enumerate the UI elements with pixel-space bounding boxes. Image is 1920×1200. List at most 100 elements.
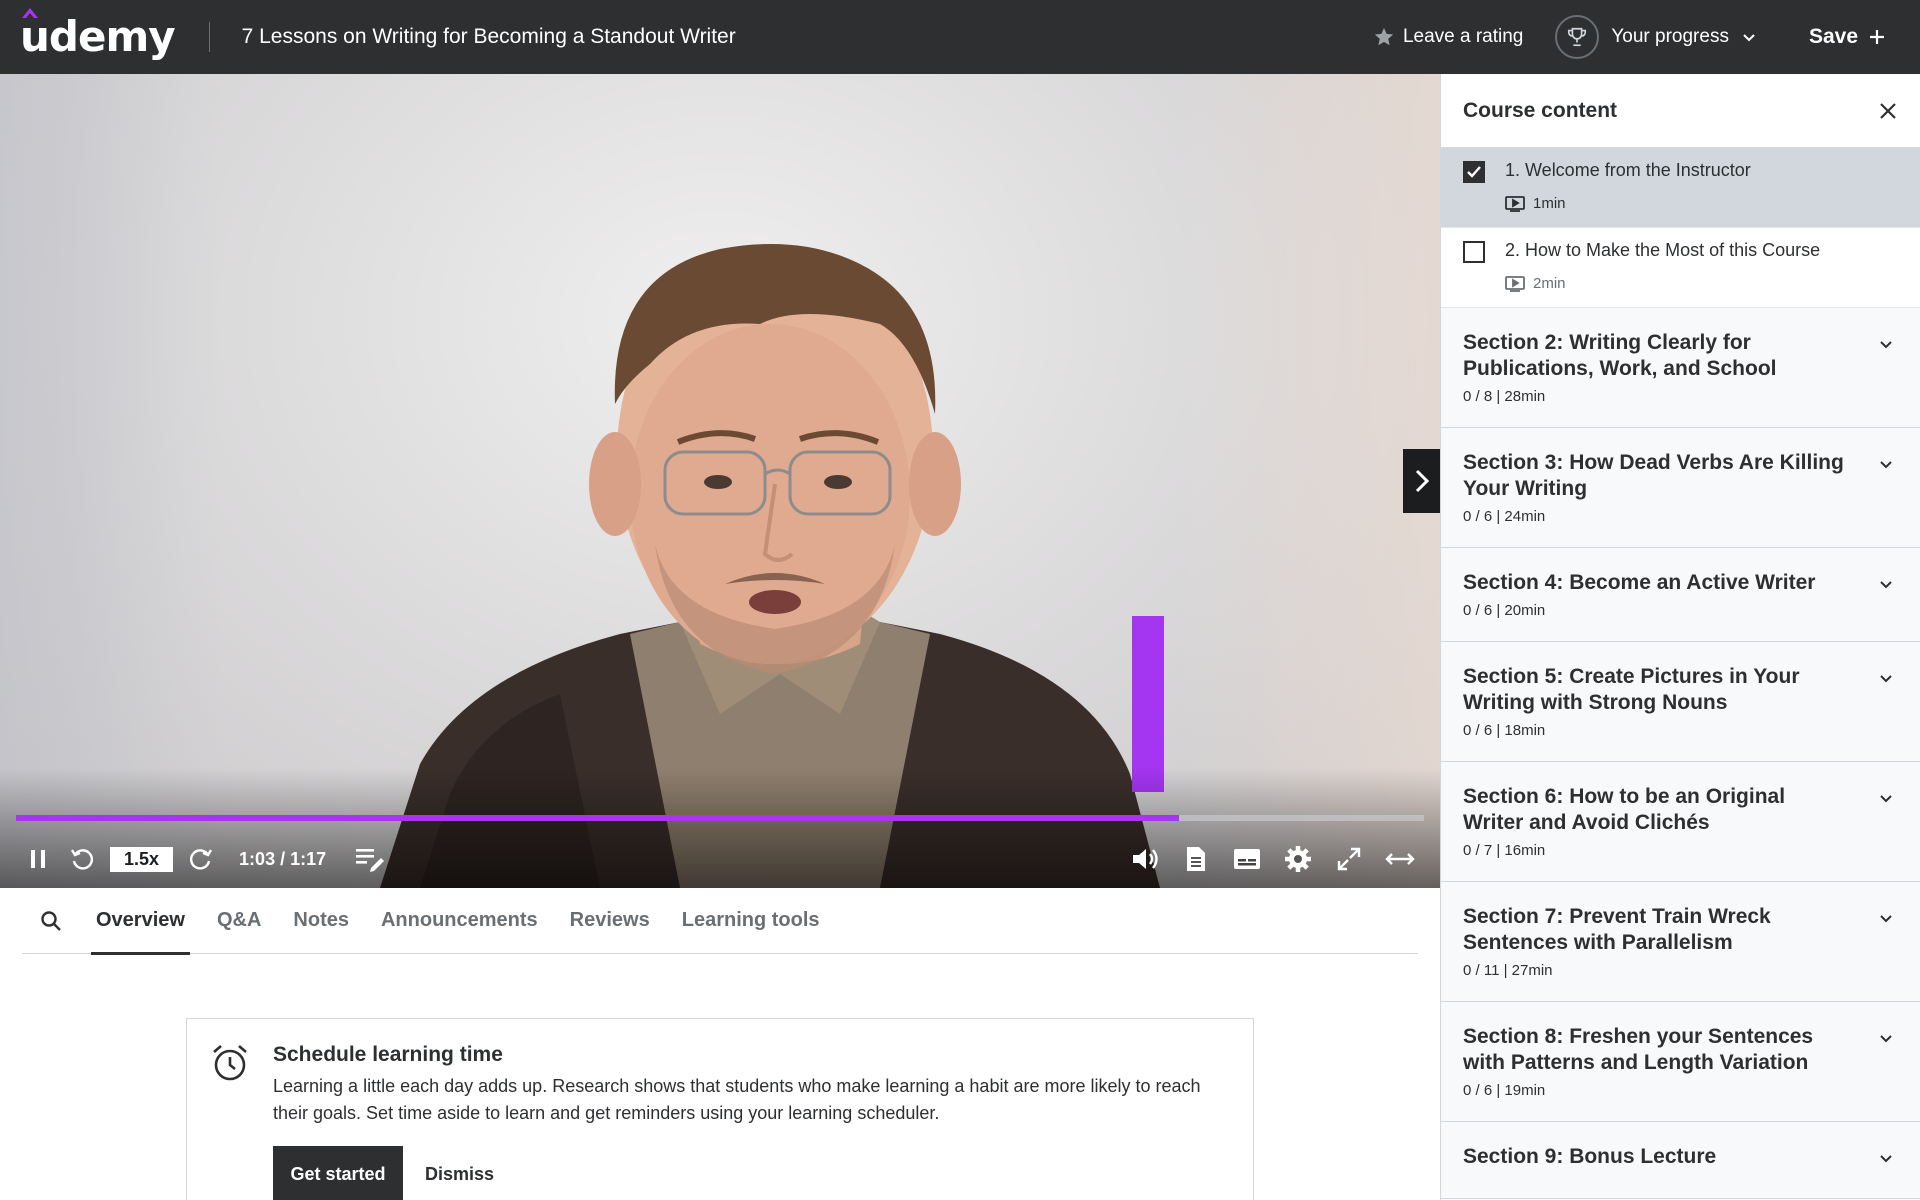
pause-icon xyxy=(31,850,45,868)
get-started-button[interactable]: Get started xyxy=(273,1146,403,1200)
section-title: Section 5: Create Pictures in Your Writi… xyxy=(1463,665,1800,714)
transcript-button[interactable] xyxy=(1174,837,1218,881)
video-icon xyxy=(1505,195,1525,212)
dismiss-button[interactable]: Dismiss xyxy=(425,1146,494,1200)
captions-button[interactable] xyxy=(1225,837,1269,881)
add-note-button[interactable] xyxy=(348,837,392,881)
next-lecture-button[interactable] xyxy=(1403,449,1440,513)
tab-reviews[interactable]: Reviews xyxy=(570,888,650,954)
section-title: Section 9: Bonus Lecture xyxy=(1463,1145,1717,1168)
section-item[interactable]: Section 6: How to be an Original Writer … xyxy=(1441,762,1920,882)
lecture-checkbox[interactable] xyxy=(1463,241,1485,263)
section-item[interactable]: Section 2: Writing Clearly for Publicati… xyxy=(1441,308,1920,428)
chevron-down-icon xyxy=(1880,1155,1892,1163)
rewind-icon xyxy=(70,849,94,870)
section-item[interactable]: Section 8: Freshen your Sentences with P… xyxy=(1441,1002,1920,1122)
star-icon xyxy=(1374,27,1394,46)
transcript-icon xyxy=(1187,847,1205,871)
section-meta: 0 / 6 | 20min xyxy=(1463,602,1546,619)
lecture-checkbox[interactable] xyxy=(1463,161,1485,183)
section-title: Section 7: Prevent Train Wreck Sentences… xyxy=(1463,905,1771,954)
section-title: Section 3: How Dead Verbs Are Killing Yo… xyxy=(1463,451,1844,500)
settings-button[interactable] xyxy=(1276,837,1320,881)
section-meta: 0 / 7 | 16min xyxy=(1463,842,1546,859)
section-meta: 0 / 6 | 18min xyxy=(1463,722,1546,739)
sidebar-header: Course content xyxy=(1441,74,1920,148)
section-meta: 0 / 6 | 19min xyxy=(1463,1082,1546,1099)
expand-horizontal-icon xyxy=(1385,853,1415,865)
tab-qa[interactable]: Q&A xyxy=(217,888,261,954)
expand-width-button[interactable] xyxy=(1378,837,1422,881)
lecture-duration: 1min xyxy=(1533,195,1566,212)
section-meta: 0 / 8 | 28min xyxy=(1463,388,1546,405)
trophy-icon xyxy=(1568,27,1587,47)
section-title: Section 8: Freshen your Sentences with P… xyxy=(1463,1025,1814,1074)
player-controls: 1.5x 1:03 / 1:17 xyxy=(0,836,1440,882)
playback-speed-button[interactable]: 1.5x xyxy=(110,846,174,872)
section-item[interactable]: Section 4: Become an Active Writer 0 / 6… xyxy=(1441,548,1920,642)
lecture-meta: 2min xyxy=(1505,275,1566,292)
lecture-meta: 1min xyxy=(1505,195,1566,212)
your-progress-button[interactable]: Your progress xyxy=(1555,15,1757,59)
progress-scrubber[interactable] xyxy=(16,815,1424,821)
chevron-down-icon xyxy=(1880,341,1892,349)
lecture-item[interactable]: 1. Welcome from the Instructor 1min xyxy=(1441,148,1920,228)
chevron-down-icon xyxy=(1880,915,1892,923)
course-tabs: Overview Q&A Notes Announcements Reviews… xyxy=(22,888,1418,955)
section-title: Section 6: How to be an Original Writer … xyxy=(1463,785,1786,834)
plus-icon xyxy=(1870,30,1884,44)
logo-hat-icon xyxy=(22,8,38,18)
chevron-down-icon xyxy=(1880,581,1892,589)
udemy-logo[interactable]: udemy xyxy=(20,8,176,58)
close-icon xyxy=(1880,102,1896,119)
section-item[interactable]: Section 5: Create Pictures in Your Writi… xyxy=(1441,642,1920,762)
your-progress-label: Your progress xyxy=(1611,26,1729,47)
tab-overview[interactable]: Overview xyxy=(91,888,190,955)
section-item[interactable]: Section 3: How Dead Verbs Are Killing Yo… xyxy=(1441,428,1920,548)
schedule-title: Schedule learning time xyxy=(273,1043,503,1066)
section-item[interactable]: Section 7: Prevent Train Wreck Sentences… xyxy=(1441,882,1920,1002)
save-button[interactable]: Save xyxy=(1809,25,1886,49)
schedule-description: Learning a little each day adds up. Rese… xyxy=(273,1076,1201,1123)
pause-button[interactable] xyxy=(16,837,60,881)
tab-learning-tools[interactable]: Learning tools xyxy=(682,888,820,954)
lecture-title: 1. Welcome from the Instructor xyxy=(1505,160,1751,180)
course-title[interactable]: 7 Lessons on Writing for Becoming a Stan… xyxy=(242,25,736,49)
tab-announcements[interactable]: Announcements xyxy=(381,888,538,954)
forward-button[interactable] xyxy=(179,837,223,881)
save-label: Save xyxy=(1808,25,1858,48)
checkmark-icon xyxy=(1467,166,1481,178)
tab-notes[interactable]: Notes xyxy=(293,888,349,954)
video-player[interactable]: 1.5x 1:03 / 1:17 xyxy=(0,74,1440,888)
volume-level-bar[interactable] xyxy=(1132,616,1164,792)
chevron-down-icon xyxy=(1880,675,1892,683)
header-actions: Leave a rating Your progress Save xyxy=(1373,0,1920,74)
search-button[interactable] xyxy=(22,910,80,932)
volume-icon xyxy=(1133,849,1158,869)
rewind-button[interactable] xyxy=(60,837,104,881)
header-divider xyxy=(208,22,210,52)
forward-icon xyxy=(190,849,213,870)
schedule-learning-card: Schedule learning time Learning a little… xyxy=(186,1018,1254,1200)
gear-icon xyxy=(1285,846,1311,872)
video-icon xyxy=(1505,275,1525,292)
close-sidebar-button[interactable] xyxy=(1878,101,1898,121)
chevron-down-icon xyxy=(1880,795,1892,803)
progress-scrubber-fill xyxy=(16,815,1179,821)
section-item[interactable]: Section 9: Bonus Lecture xyxy=(1441,1122,1920,1199)
fullscreen-button[interactable] xyxy=(1327,837,1371,881)
lecture-title: 2. How to Make the Most of this Course xyxy=(1505,240,1821,260)
course-content-sidebar: Course content 1. Welcome from the Instr… xyxy=(1440,74,1920,1200)
chevron-right-icon xyxy=(1415,469,1429,493)
captions-icon xyxy=(1234,849,1260,869)
lecture-item[interactable]: 2. How to Make the Most of this Course 2… xyxy=(1441,228,1920,308)
section-meta: 0 / 11 | 27min xyxy=(1463,962,1553,979)
instructor-video-frame xyxy=(380,244,1160,888)
player-controls-right xyxy=(1123,836,1422,882)
chevron-down-icon xyxy=(1743,34,1755,42)
fullscreen-icon xyxy=(1337,847,1361,871)
logo-text: udemy xyxy=(20,12,176,61)
volume-button[interactable] xyxy=(1123,837,1167,881)
leave-rating-label: Leave a rating xyxy=(1402,26,1524,47)
leave-rating-button[interactable]: Leave a rating xyxy=(1373,26,1523,48)
